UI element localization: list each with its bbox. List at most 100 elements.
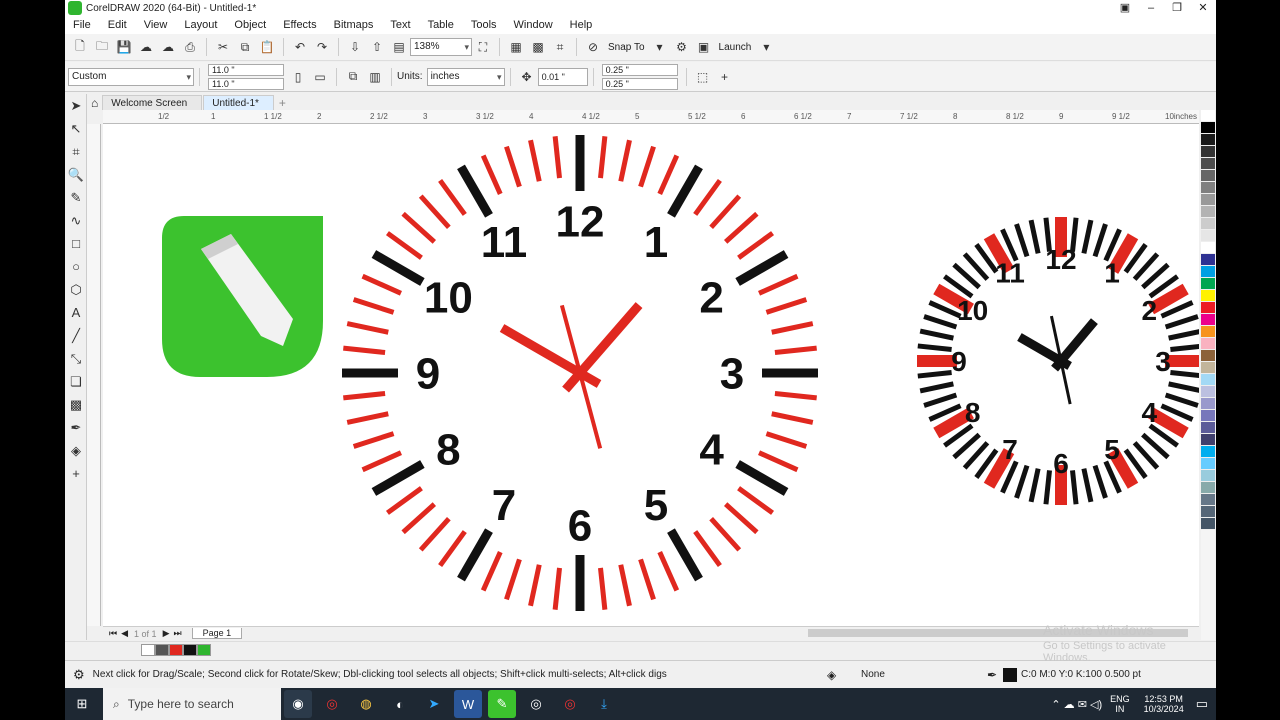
freehand-tool-icon[interactable]: ✎ <box>65 186 87 209</box>
plus-icon[interactable]: + <box>716 68 734 86</box>
palette-swatch[interactable] <box>1201 194 1215 206</box>
pdf-icon[interactable]: ▤ <box>390 38 408 56</box>
palette-swatch[interactable] <box>1201 422 1215 434</box>
palette-swatch[interactable] <box>1201 518 1215 530</box>
page-size-select[interactable]: Custom <box>68 67 194 86</box>
vertical-ruler[interactable] <box>87 124 101 626</box>
page-frame-icon[interactable]: ⬚ <box>694 68 712 86</box>
restore-button[interactable]: ❐ <box>1164 0 1190 16</box>
palette-swatch[interactable] <box>1201 230 1215 242</box>
connector-tool-icon[interactable]: ⤡ <box>65 347 87 370</box>
windows-start-icon[interactable]: ⊞ <box>68 690 96 718</box>
open-folder-icon[interactable]: 🗀 <box>93 38 111 56</box>
new-tab-icon[interactable]: + <box>275 96 290 110</box>
zoom-tool-icon[interactable]: 🔍 <box>65 163 87 186</box>
menu-file[interactable]: File <box>73 19 91 31</box>
clock[interactable]: 12:53 PM 10/3/2024 <box>1144 694 1184 714</box>
palette-swatch[interactable] <box>1201 182 1215 194</box>
palette-swatch[interactable] <box>1201 506 1215 518</box>
palette-swatch[interactable] <box>1201 290 1215 302</box>
menu-edit[interactable]: Edit <box>108 19 127 31</box>
current-page-icon[interactable]: ▥ <box>366 68 384 86</box>
tab-welcome-screen[interactable]: Welcome Screen <box>102 95 203 110</box>
palette-swatch[interactable] <box>1201 170 1215 182</box>
close-button[interactable]: ✕ <box>1190 0 1216 16</box>
palette-swatch[interactable] <box>1201 146 1215 158</box>
launch-icon[interactable]: ▣ <box>695 38 713 56</box>
export-icon[interactable]: ⇧ <box>368 38 386 56</box>
language-indicator[interactable]: ENG IN <box>1110 694 1130 714</box>
home-icon[interactable]: ⌂ <box>87 96 102 110</box>
coreldraw-logo[interactable] <box>162 216 323 377</box>
large-clock[interactable]: 12 12 3 45 6 78 9 1011 <box>342 135 818 611</box>
prev-page-icon[interactable]: ◀ <box>121 628 128 639</box>
next-page-icon[interactable]: ▶ <box>163 628 170 639</box>
palette-swatch[interactable] <box>1201 434 1215 446</box>
horizontal-ruler[interactable]: inches 1/2 1 1 1/2 2 2 1/2 3 3 1/2 4 4 1/2 5 5 1/2… <box>103 110 1199 124</box>
tab-untitled-1[interactable]: Untitled-1* <box>203 95 274 110</box>
shape-tool-icon[interactable]: ↖ <box>65 117 87 140</box>
undo-icon[interactable]: ↶ <box>291 38 309 56</box>
chrome-icon[interactable]: ◎ <box>318 690 346 718</box>
gear-icon[interactable]: ⚙ <box>73 667 85 683</box>
palette-swatch[interactable] <box>1201 386 1215 398</box>
palette-swatch[interactable] <box>1201 326 1215 338</box>
palette-swatch[interactable] <box>1201 410 1215 422</box>
transparency-tool-icon[interactable]: ▩ <box>65 393 87 416</box>
palette-swatch[interactable] <box>1201 242 1215 254</box>
pick-tool-icon[interactable]: ➤ <box>65 94 87 117</box>
palette-swatch[interactable] <box>1201 278 1215 290</box>
paste-icon[interactable]: 📋 <box>258 38 276 56</box>
add-tool-icon[interactable]: + <box>65 462 87 485</box>
coreldraw-taskbar-icon[interactable]: ✎ <box>488 690 516 718</box>
chrome-icon-2[interactable]: ◎ <box>556 690 584 718</box>
launch-button[interactable]: Launch <box>719 42 752 53</box>
palette-swatch[interactable] <box>1201 350 1215 362</box>
palette-swatch[interactable] <box>1201 122 1215 134</box>
palette-swatch[interactable] <box>1201 398 1215 410</box>
snap-off-icon[interactable]: ⊘ <box>584 38 602 56</box>
rectangle-tool-icon[interactable]: □ <box>65 232 87 255</box>
guidelines-icon[interactable]: ⌗ <box>551 38 569 56</box>
fullscreen-icon[interactable]: ⛶ <box>474 38 492 56</box>
swatch-green[interactable] <box>197 643 211 656</box>
crop-tool-icon[interactable]: ⌗ <box>65 140 87 163</box>
snap-to-button[interactable]: Snap To <box>608 42 645 53</box>
tray-icons[interactable]: ⌃ ☁ ✉ ◁) <box>1051 698 1102 711</box>
units-select[interactable]: inches <box>426 67 505 86</box>
cloud-download-icon[interactable]: ☁ <box>159 38 177 56</box>
menu-effects[interactable]: Effects <box>283 19 316 31</box>
menu-table[interactable]: Table <box>428 19 454 31</box>
first-page-icon[interactable]: ⏮ <box>109 628 117 639</box>
menu-layout[interactable]: Layout <box>184 19 217 31</box>
small-clock[interactable]: 12 12 3 45 6 78 9 1011 <box>917 217 1199 505</box>
fill-tool-icon[interactable]: ◈ <box>65 439 87 462</box>
all-pages-icon[interactable]: ⧉ <box>344 68 362 86</box>
drawing-canvas[interactable]: 12 1 2 3 4 5 6 7 8 9 10 11 12 1 2 3 4 5 6 7 8 9 10 11 <box>103 124 1199 626</box>
install-icon[interactable]: ⤓ <box>590 690 618 718</box>
chevron-down-icon[interactable]: ▾ <box>757 38 775 56</box>
palette-swatch[interactable] <box>1201 314 1215 326</box>
page-tab[interactable]: Page 1 <box>191 628 243 639</box>
duplicate-x-field[interactable]: 0.25 " <box>601 63 678 76</box>
menu-window[interactable]: Window <box>514 19 553 31</box>
palette-swatch[interactable] <box>1201 482 1215 494</box>
palette-swatch[interactable] <box>1201 110 1215 122</box>
last-page-icon[interactable]: ⏭ <box>173 628 181 639</box>
palette-swatch[interactable] <box>1201 158 1215 170</box>
word-icon[interactable]: W <box>454 690 482 718</box>
menu-text[interactable]: Text <box>390 19 410 31</box>
menu-help[interactable]: Help <box>570 19 593 31</box>
palette-swatch[interactable] <box>1201 458 1215 470</box>
palette-swatch[interactable] <box>1201 338 1215 350</box>
palette-swatch[interactable] <box>1201 254 1215 266</box>
app-icon[interactable]: ◍ <box>352 690 380 718</box>
chevron-down-icon[interactable]: ▾ <box>651 38 669 56</box>
palette-swatch[interactable] <box>1201 134 1215 146</box>
palette-swatch[interactable] <box>1201 302 1215 314</box>
menu-object[interactable]: Object <box>234 19 266 31</box>
artistic-media-icon[interactable]: ∿ <box>65 209 87 232</box>
obs-icon[interactable]: ◐ <box>386 690 414 718</box>
notifications-icon[interactable]: ▭ <box>1196 696 1208 712</box>
taskbar-search[interactable]: ⌕ Type here to search <box>103 688 281 720</box>
